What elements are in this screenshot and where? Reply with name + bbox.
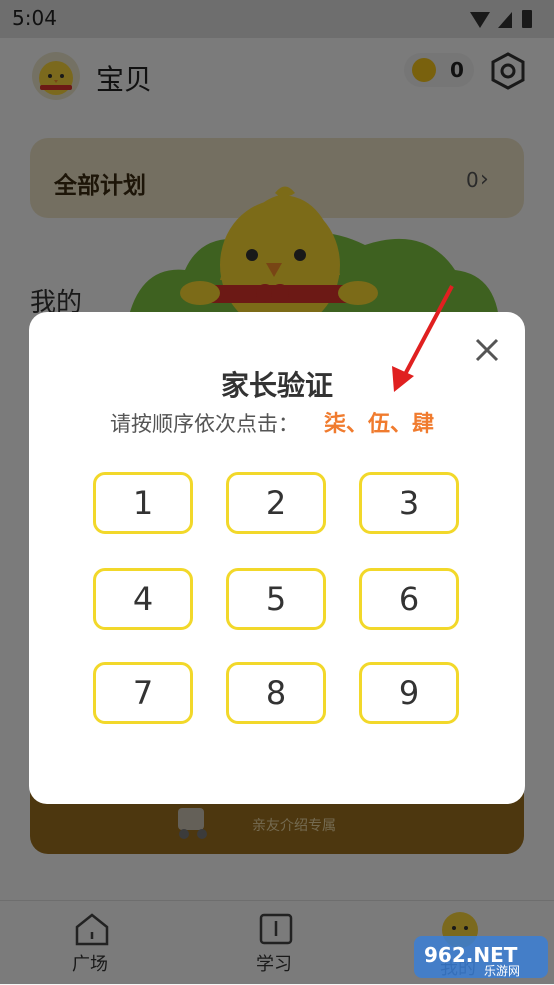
annotation-arrow-icon	[392, 285, 454, 392]
keypad-button-1[interactable]: 1	[93, 472, 193, 534]
keypad-button-8[interactable]: 8	[226, 662, 326, 724]
dialog-title: 家长验证	[220, 369, 333, 402]
keypad-button-5[interactable]: 5	[226, 568, 326, 630]
watermark-site: 乐游网	[484, 964, 520, 978]
keypad-button-9[interactable]: 9	[359, 662, 459, 724]
keypad-button-7[interactable]: 7	[93, 662, 193, 724]
keypad-button-2[interactable]: 2	[226, 472, 326, 534]
verification-code: 柒、伍、肆	[324, 412, 435, 437]
close-icon[interactable]	[470, 333, 504, 367]
keypad-button-4[interactable]: 4	[93, 568, 193, 630]
dialog-instruction: 请按顺序依次点击：	[110, 412, 299, 436]
site-watermark-logo: 962.NET 乐游网	[414, 936, 548, 978]
keypad-button-3[interactable]: 3	[359, 472, 459, 534]
keypad-button-6[interactable]: 6	[359, 568, 459, 630]
